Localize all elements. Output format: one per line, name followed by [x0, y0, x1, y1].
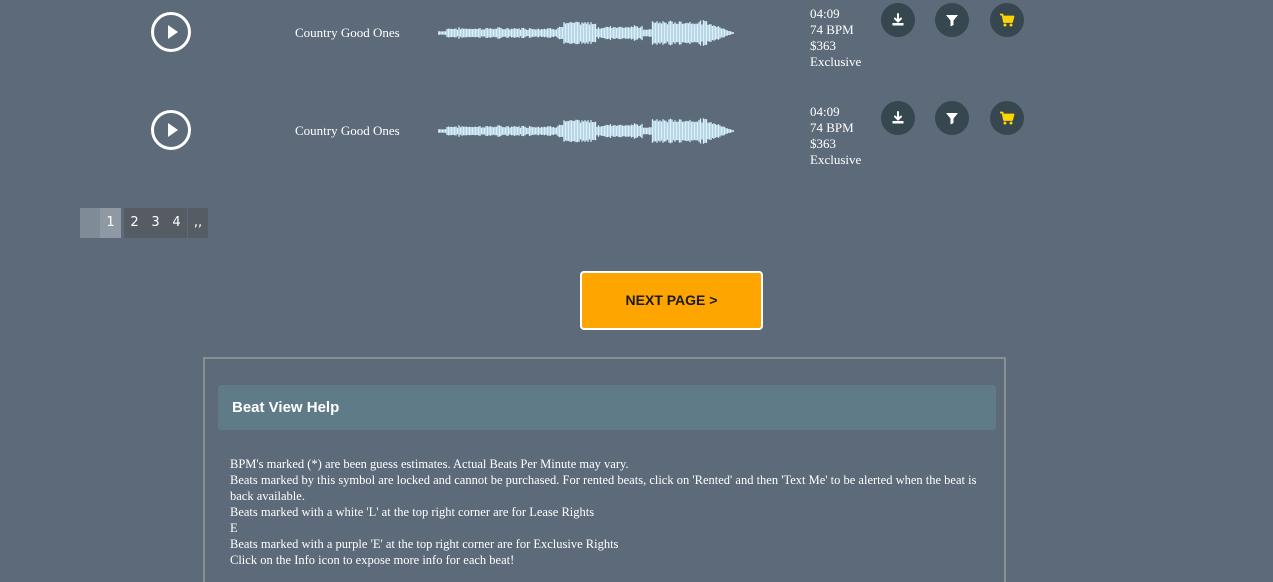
download-button[interactable] — [881, 3, 915, 37]
page-link-more[interactable]: ,, — [188, 208, 208, 238]
play-icon — [168, 25, 178, 39]
play-button[interactable] — [151, 12, 191, 52]
download-button[interactable] — [881, 101, 915, 135]
waveform[interactable] — [438, 20, 734, 46]
help-title: Beat View Help — [232, 399, 340, 416]
beat-title[interactable]: Country Good Ones — [295, 25, 400, 41]
pagination: 1 2 3 4 ,, — [80, 208, 208, 238]
cart-icon — [1000, 13, 1015, 27]
page-link-4[interactable]: 4 — [166, 208, 187, 238]
beat-duration: 04:09 — [810, 104, 840, 119]
help-header[interactable]: Beat View Help — [218, 385, 996, 430]
next-page-button[interactable]: NEXT PAGE > — [580, 271, 763, 330]
beat-duration: 04:09 — [810, 6, 840, 21]
page-link-1[interactable]: 1 — [100, 208, 121, 238]
play-icon — [168, 123, 178, 137]
beat-title[interactable]: Country Good Ones — [295, 123, 400, 139]
play-button[interactable] — [151, 110, 191, 150]
waveform-path — [438, 118, 734, 144]
help-line-locked: Beats marked by this symbol are locked a… — [230, 473, 977, 503]
beat-bpm: 74 BPM — [810, 120, 854, 135]
cart-icon — [1000, 111, 1015, 125]
waveform-path — [438, 20, 734, 46]
help-line-info: Click on the Info icon to expose more in… — [230, 553, 515, 567]
waveform[interactable] — [438, 118, 734, 144]
beat-price: $363 — [810, 38, 836, 53]
help-body: BPM's marked (*) are been guess estimate… — [230, 456, 980, 568]
page-link-2[interactable]: 2 — [124, 208, 145, 238]
download-icon — [892, 13, 904, 26]
help-line-bpm: BPM's marked (*) are been guess estimate… — [230, 457, 629, 471]
beat-meta: 04:09 74 BPM $363 Exclusive — [810, 6, 861, 70]
help-line-exclusive: Beats marked with a purple 'E' at the to… — [230, 537, 619, 551]
beat-row: Country Good Ones 04:09 74 BPM $363 Excl… — [0, 98, 1273, 188]
beat-row: Country Good Ones 04:09 74 BPM $363 Excl… — [0, 0, 1273, 90]
filter-button[interactable] — [935, 101, 969, 135]
filter-icon — [946, 113, 958, 125]
cart-button[interactable] — [990, 101, 1024, 135]
help-line-lease: Beats marked with a white 'L' at the top… — [230, 505, 595, 519]
beat-view-help-panel: Beat View Help BPM's marked (*) are been… — [203, 357, 1006, 582]
download-icon — [892, 111, 904, 124]
page-link-3[interactable]: 3 — [145, 208, 166, 238]
beat-license: Exclusive — [810, 54, 862, 69]
cart-button[interactable] — [990, 3, 1024, 37]
beat-price: $363 — [810, 136, 836, 151]
filter-button[interactable] — [935, 3, 969, 37]
filter-icon — [946, 15, 958, 27]
help-line-e-marker: E — [230, 521, 238, 535]
beat-license: Exclusive — [810, 152, 862, 167]
pagination-prev[interactable] — [80, 208, 100, 238]
beat-meta: 04:09 74 BPM $363 Exclusive — [810, 104, 861, 168]
beat-bpm: 74 BPM — [810, 22, 854, 37]
